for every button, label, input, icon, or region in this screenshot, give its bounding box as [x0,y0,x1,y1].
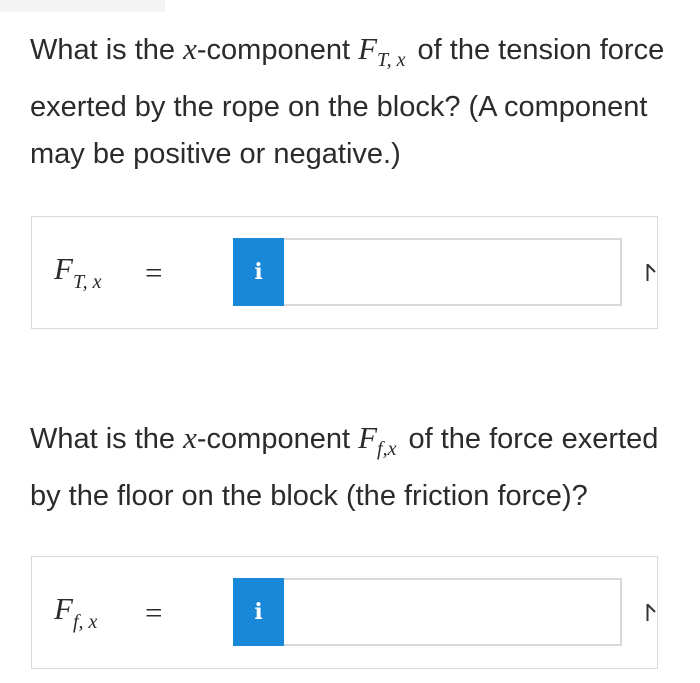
variable-x: x [183,420,197,455]
flag-icon[interactable] [646,603,656,621]
top-scroll-remnant [0,0,165,12]
answer-2-input[interactable] [284,578,622,646]
equals-sign: = [145,595,163,630]
variable-x: x [183,31,197,66]
equals-sign: = [145,255,163,290]
label-subscript: T, x [72,271,102,293]
answer-2-label: Ff, x [54,591,97,634]
label-symbol: F [54,251,73,286]
answer-panel-1: FT, x = i [31,216,658,329]
info-icon: i [254,259,263,285]
question-1-text: What is the x-component FT, x of the tens… [30,25,670,178]
tension-symbol: FT, x [358,31,405,71]
flag-icon[interactable] [646,263,656,281]
symbol-subscript: T, x [377,49,406,71]
info-button[interactable]: i [233,238,284,306]
question-2-intro: What is the [30,423,184,455]
symbol-subscript: f,x [377,438,397,460]
question-2-mid: -component [196,423,359,455]
label-symbol: F [54,591,73,626]
symbol-base: F [358,420,378,455]
answer-1-input[interactable] [284,238,622,306]
label-subscript: f, x [72,611,98,633]
question-1-mid: -component [196,34,359,66]
symbol-base: F [358,31,378,66]
friction-symbol: Ff,x [358,420,396,460]
info-icon: i [254,599,263,625]
question-1-intro: What is the [30,34,184,66]
answer-panel-2: Ff, x = i [31,556,658,669]
answer-1-label: FT, x [54,251,101,294]
info-button[interactable]: i [233,578,284,646]
question-2-text: What is the x-component Ff,x of the force… [30,414,670,520]
